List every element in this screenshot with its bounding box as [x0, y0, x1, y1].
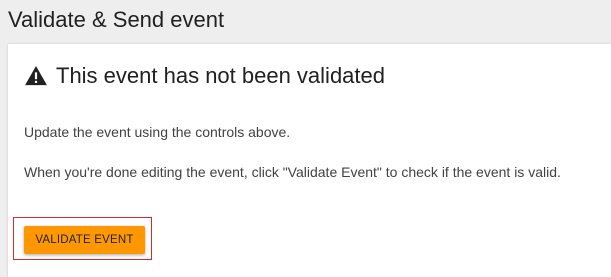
warning-icon — [25, 66, 47, 86]
validation-status-text: This event has not been validated — [56, 63, 386, 88]
instruction-text-update: Update the event using the controls abov… — [24, 124, 291, 140]
validate-event-button[interactable]: Validate Event — [24, 226, 145, 254]
validation-status-heading: This event has not been validated — [25, 61, 385, 91]
section-title: Validate & Send event — [8, 7, 225, 32]
instruction-text-validate: When you're done editing the event, clic… — [24, 164, 561, 180]
validation-card: This event has not been validated Update… — [8, 44, 611, 277]
